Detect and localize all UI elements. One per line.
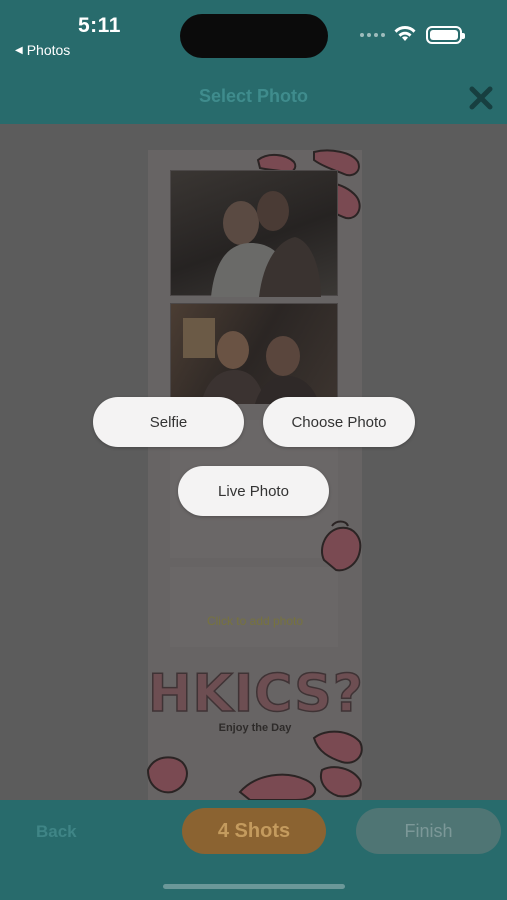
group-photo-image [183, 318, 319, 404]
couple-photo-image [211, 191, 321, 297]
status-bar: 5:11 ◀ Photos [0, 0, 507, 66]
add-photo-caption: Click to add photo [206, 614, 304, 628]
live-photo-button[interactable]: Live Photo [178, 466, 329, 516]
battery-icon [426, 26, 465, 44]
choose-photo-button[interactable]: Choose Photo [263, 397, 415, 447]
close-icon[interactable] [467, 84, 495, 112]
finish-button[interactable]: Finish [356, 808, 501, 854]
dynamic-island [180, 14, 328, 58]
brand-logo-text: HKICS? [147, 663, 364, 725]
home-indicator [163, 884, 345, 889]
photo-slot-4[interactable] [170, 567, 338, 647]
bottom-toolbar: Back 4 Shots Finish [0, 800, 507, 900]
shots-count-button[interactable]: 4 Shots [182, 808, 326, 854]
wifi-icon [394, 26, 416, 41]
photo-slot-1[interactable] [170, 170, 338, 297]
balloon-decoration-icon [146, 730, 363, 800]
selfie-button[interactable]: Selfie [93, 397, 244, 447]
balloon-decoration-icon [321, 520, 362, 572]
back-app-label: Photos [26, 42, 71, 58]
nav-bar: Select Photo [0, 66, 507, 124]
cellular-signal-icon [360, 33, 385, 37]
status-time: 5:11 [78, 14, 121, 37]
photo-slot-2[interactable] [170, 303, 338, 404]
back-triangle-icon: ◀ [15, 44, 23, 56]
back-button[interactable]: Back [36, 822, 77, 842]
page-title: Select Photo [198, 86, 309, 106]
back-to-app-link[interactable]: ◀ Photos [15, 42, 70, 58]
